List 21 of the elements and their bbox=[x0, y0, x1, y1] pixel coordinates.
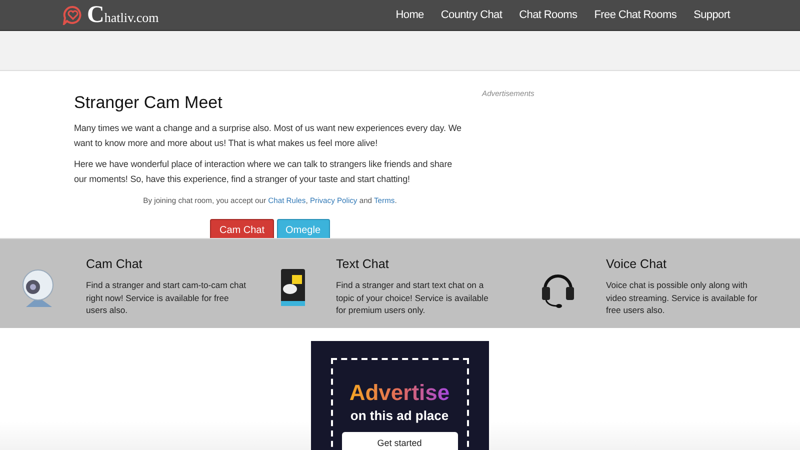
get-started-button[interactable]: Get started bbox=[342, 432, 458, 450]
intro-paragraph: Here we have wonderful place of interaction where we can talk to strangers like friends and share our moments! So, have this experience, find a stranger of your taste and start chatting! bbox=[74, 158, 454, 186]
ad-subline: on this ad place bbox=[350, 408, 449, 423]
site-logo[interactable]: Chatliv.com bbox=[87, 2, 159, 28]
ad-banner[interactable]: Advertise on this ad place Get started bbox=[310, 341, 488, 450]
feature-title: Text Chat bbox=[336, 257, 390, 271]
nav-link[interactable]: Chat Rooms bbox=[519, 9, 578, 21]
feature-description: Voice chat is possible only along with video streaming. Service is available for free users also. bbox=[606, 279, 758, 316]
chat-folder-icon bbox=[280, 267, 306, 307]
feature-title: Voice Chat bbox=[606, 257, 668, 271]
intro-paragraph: Many times we want a change and a surprise also. Most of us want new experiences every day. We want to know more and more about us! That is what makes us feel more alive! bbox=[74, 122, 462, 150]
page-title: Stranger Cam Meet bbox=[74, 93, 224, 113]
heart-chat-bubble-icon bbox=[62, 5, 84, 25]
feature-description: Find a stranger and start text chat on a topic of your choice! Service is available for premium users only. bbox=[336, 279, 490, 316]
nav-link[interactable]: Country Chat bbox=[440, 9, 502, 21]
nav-link[interactable]: Free Chat Rooms bbox=[594, 9, 677, 21]
chat-button[interactable]: Cam Chat bbox=[210, 219, 274, 238]
nav-link[interactable]: Support bbox=[694, 9, 730, 21]
feature-title: Cam Chat bbox=[86, 257, 144, 271]
nav-link[interactable]: Home bbox=[396, 9, 424, 21]
feature-description: Find a stranger and start cam-to-cam chat right now! Service is available for free users also. bbox=[86, 279, 246, 316]
